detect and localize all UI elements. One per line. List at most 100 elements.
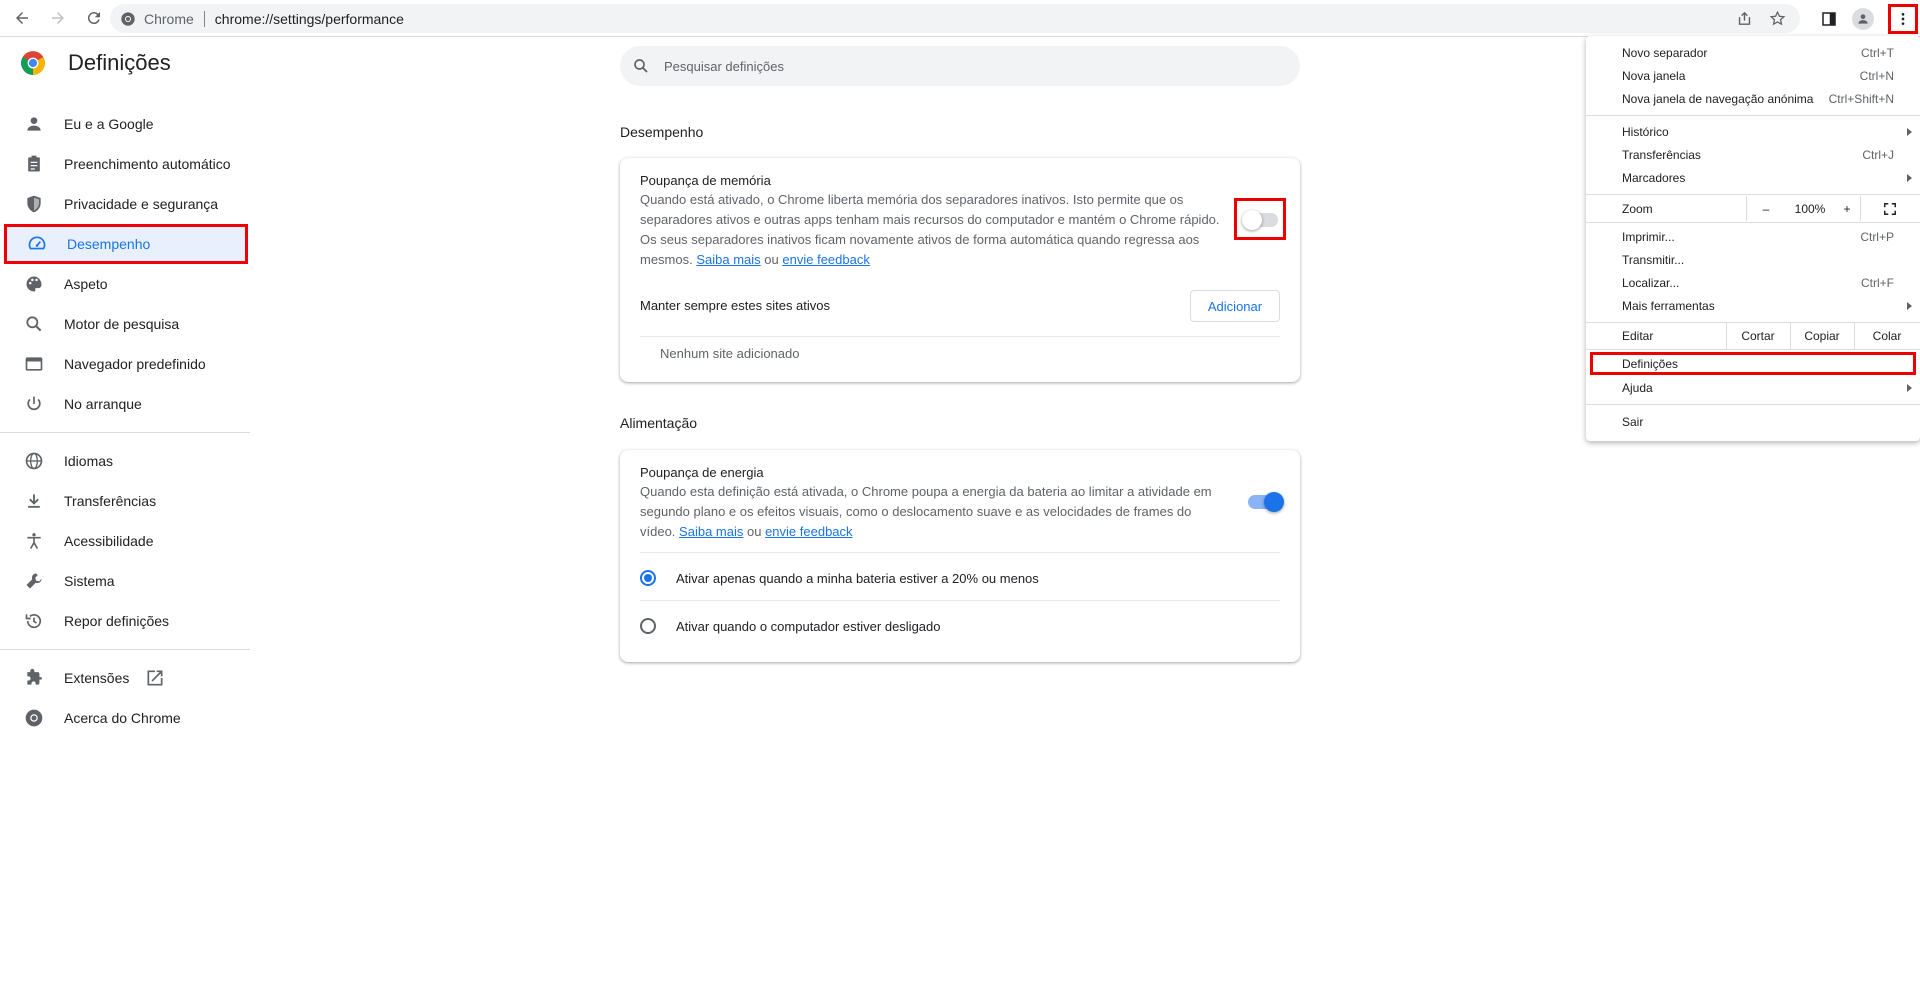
palette-icon bbox=[26, 276, 42, 292]
settings-search[interactable]: Pesquisar definições bbox=[620, 46, 1300, 86]
profile-avatar[interactable] bbox=[1852, 7, 1874, 30]
shortcut-label: Ctrl+J bbox=[1862, 147, 1894, 162]
sidebar-item-extensions[interactable]: Extensões bbox=[0, 658, 250, 698]
sidebar-item-performance[interactable]: Desempenho bbox=[4, 224, 248, 264]
zoom-in-button[interactable]: + bbox=[1834, 196, 1860, 221]
share-icon[interactable] bbox=[1736, 10, 1753, 27]
arrow-right-icon bbox=[52, 12, 64, 24]
feedback-link[interactable]: envie feedback bbox=[765, 524, 852, 539]
menu-item-settings[interactable]: Definições bbox=[1590, 352, 1916, 375]
power-card: Poupança de energia Quando esta definiçã… bbox=[620, 450, 1300, 662]
reload-button[interactable] bbox=[80, 4, 108, 32]
menu-item-find[interactable]: Localizar... Ctrl+F bbox=[1586, 271, 1920, 294]
search-input[interactable]: Pesquisar definições bbox=[664, 59, 784, 74]
menu-item-label: Nova janela bbox=[1622, 68, 1686, 83]
zoom-out-button[interactable]: – bbox=[1746, 196, 1786, 221]
chrome-menu-button[interactable] bbox=[1888, 3, 1918, 34]
chrome-icon bbox=[121, 11, 135, 26]
sidebar-item-downloads[interactable]: Transferências bbox=[0, 481, 250, 521]
menu-item-label: Editar bbox=[1622, 329, 1654, 343]
sidebar-item-privacy[interactable]: Privacidade e segurança bbox=[0, 184, 250, 224]
learn-more-link[interactable]: Saiba mais bbox=[679, 524, 743, 539]
no-sites-text: Nenhum site adicionado bbox=[660, 346, 800, 361]
sidebar-item-label: No arranque bbox=[64, 396, 142, 412]
shortcut-label: Ctrl+P bbox=[1860, 229, 1894, 244]
sidebar-item-appearance[interactable]: Aspeto bbox=[0, 264, 250, 304]
menu-item-new-tab[interactable]: Novo separador Ctrl+T bbox=[1586, 41, 1920, 64]
menu-item-incognito[interactable]: Nova janela de navegação anónima Ctrl+Shi… bbox=[1586, 87, 1920, 110]
sidebar-item-you-and-google[interactable]: Eu e a Google bbox=[0, 104, 250, 144]
fullscreen-button[interactable] bbox=[1860, 196, 1920, 221]
sidebar-item-label: Eu e a Google bbox=[64, 116, 154, 132]
settings-nav: Eu e a Google Preenchimento automático P… bbox=[0, 104, 250, 738]
toggle-knob bbox=[1242, 210, 1262, 230]
battery-option-radio[interactable] bbox=[640, 570, 656, 586]
sidebar-item-label: Desempenho bbox=[67, 236, 151, 252]
chrome-logo-icon bbox=[21, 51, 45, 75]
sidebar-item-label: Preenchimento automático bbox=[64, 156, 231, 172]
forward-button[interactable] bbox=[44, 4, 72, 32]
person-icon bbox=[27, 117, 41, 131]
sidebar-item-label: Privacidade e segurança bbox=[64, 196, 219, 212]
address-bar[interactable]: Chrome chrome://settings/performance bbox=[110, 4, 1800, 33]
external-link-icon bbox=[147, 670, 163, 686]
sidebar-item-label: Extensões bbox=[64, 670, 130, 686]
back-button[interactable] bbox=[8, 4, 36, 32]
sidebar-item-autofill[interactable]: Preenchimento automático bbox=[0, 144, 250, 184]
nav-divider bbox=[0, 432, 250, 433]
menu-item-print[interactable]: Imprimir... Ctrl+P bbox=[1586, 225, 1920, 248]
menu-item-help[interactable]: Ajuda bbox=[1586, 376, 1920, 399]
sidebar-item-default-browser[interactable]: Navegador predefinido bbox=[0, 344, 250, 384]
add-site-button[interactable]: Adicionar bbox=[1190, 290, 1280, 322]
energy-saver-description: Quando esta definição está ativada, o Ch… bbox=[640, 482, 1220, 542]
submenu-arrow-icon bbox=[1907, 383, 1912, 392]
menu-item-label: Marcadores bbox=[1622, 170, 1686, 185]
nav-divider bbox=[0, 649, 250, 650]
sidebar-item-label: Motor de pesquisa bbox=[64, 316, 180, 332]
card-divider bbox=[640, 336, 1280, 337]
submenu-arrow-icon bbox=[1907, 127, 1912, 136]
sidebar-item-on-startup[interactable]: No arranque bbox=[0, 384, 250, 424]
sidebar-item-label: Navegador predefinido bbox=[64, 356, 206, 372]
sidebar-item-label: Repor definições bbox=[64, 613, 170, 629]
side-panel-icon[interactable] bbox=[1820, 10, 1838, 28]
sidebar-item-accessibility[interactable]: Acessibilidade bbox=[0, 521, 250, 561]
battery-option-label: Ativar apenas quando a minha bateria est… bbox=[676, 571, 1039, 586]
menu-item-label: Definições bbox=[1622, 356, 1679, 371]
menu-item-more-tools[interactable]: Mais ferramentas bbox=[1586, 294, 1920, 317]
copy-button[interactable]: Copiar bbox=[1790, 323, 1854, 349]
menu-item-label: Mais ferramentas bbox=[1622, 298, 1715, 313]
shortcut-label: Ctrl+F bbox=[1861, 275, 1894, 290]
menu-item-new-window[interactable]: Nova janela Ctrl+N bbox=[1586, 64, 1920, 87]
paste-button[interactable]: Colar bbox=[1854, 323, 1920, 349]
menu-item-label: Sair bbox=[1622, 414, 1644, 429]
energy-saver-title: Poupança de energia bbox=[640, 465, 764, 480]
submenu-arrow-icon bbox=[1907, 173, 1912, 182]
learn-more-link[interactable]: Saiba mais bbox=[696, 252, 760, 267]
section-title-performance: Desempenho bbox=[620, 124, 704, 140]
menu-item-downloads[interactable]: Transferências Ctrl+J bbox=[1586, 143, 1920, 166]
or-text: ou bbox=[746, 524, 762, 539]
energy-saver-toggle[interactable] bbox=[1248, 492, 1284, 512]
menu-item-bookmarks[interactable]: Marcadores bbox=[1586, 166, 1920, 189]
sidebar-item-reset-settings[interactable]: Repor definições bbox=[0, 601, 250, 641]
menu-item-cast[interactable]: Transmitir... bbox=[1586, 248, 1920, 271]
cut-button[interactable]: Cortar bbox=[1726, 323, 1790, 349]
url-text[interactable]: chrome://settings/performance bbox=[215, 11, 404, 27]
menu-item-exit[interactable]: Sair bbox=[1586, 410, 1920, 433]
keep-active-label: Manter sempre estes sites ativos bbox=[640, 298, 831, 313]
sidebar-item-about-chrome[interactable]: Acerca do Chrome bbox=[0, 698, 250, 738]
memory-saver-description: Quando está ativado, o Chrome liberta me… bbox=[640, 190, 1220, 270]
unplugged-option-label: Ativar quando o computador estiver desli… bbox=[676, 619, 941, 634]
sidebar-item-languages[interactable]: Idiomas bbox=[0, 441, 250, 481]
feedback-link[interactable]: envie feedback bbox=[782, 252, 869, 267]
person-icon bbox=[1858, 13, 1868, 24]
sidebar-item-search-engine[interactable]: Motor de pesquisa bbox=[0, 304, 250, 344]
memory-saver-toggle[interactable] bbox=[1242, 210, 1278, 230]
sidebar-item-system[interactable]: Sistema bbox=[0, 561, 250, 601]
shortcut-label: Ctrl+T bbox=[1861, 45, 1894, 60]
chrome-menu: Novo separador Ctrl+T Nova janela Ctrl+N N… bbox=[1586, 36, 1920, 441]
menu-item-history[interactable]: Histórico bbox=[1586, 120, 1920, 143]
star-icon[interactable] bbox=[1769, 10, 1786, 27]
unplugged-option-radio[interactable] bbox=[640, 618, 656, 634]
